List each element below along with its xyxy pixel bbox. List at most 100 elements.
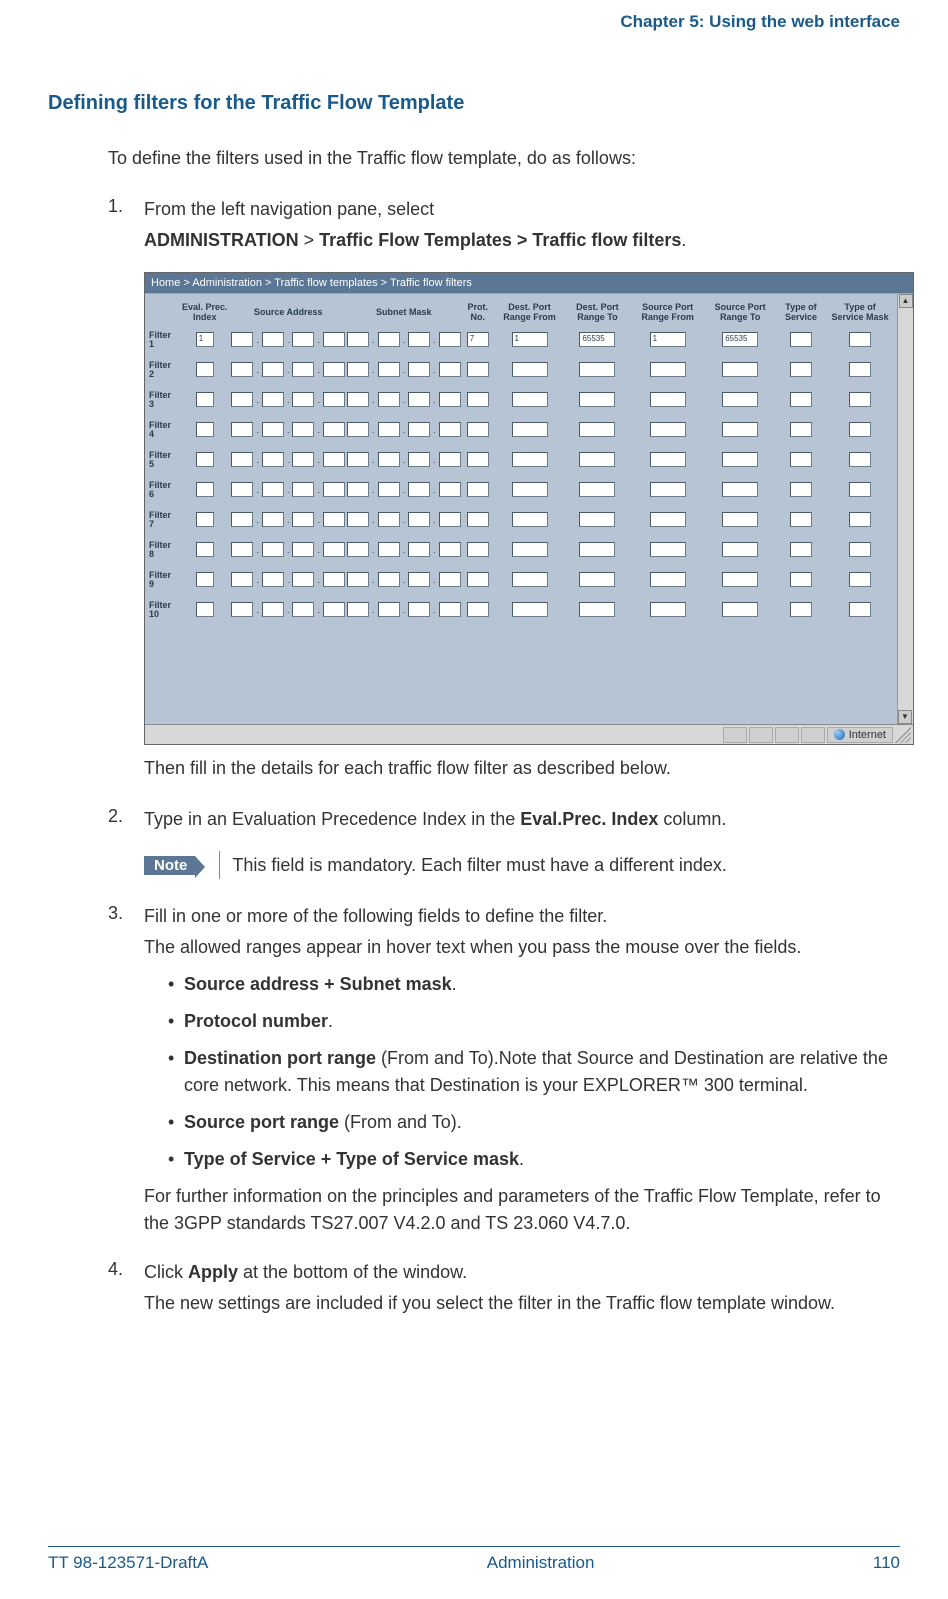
filter-input[interactable]: [467, 452, 489, 467]
filter-input[interactable]: [347, 572, 369, 587]
filter-input[interactable]: [512, 572, 548, 587]
filter-input[interactable]: [378, 422, 400, 437]
filter-input[interactable]: [790, 482, 812, 497]
filter-input[interactable]: [231, 542, 253, 557]
filter-input[interactable]: [849, 512, 871, 527]
filter-input[interactable]: [231, 572, 253, 587]
filter-input[interactable]: [323, 482, 345, 497]
scroll-up-icon[interactable]: ▲: [899, 294, 913, 308]
filter-input[interactable]: [408, 602, 430, 617]
filter-input[interactable]: [439, 452, 461, 467]
filter-input[interactable]: [722, 572, 758, 587]
filter-input[interactable]: [512, 542, 548, 557]
filter-input[interactable]: [262, 512, 284, 527]
filter-input[interactable]: [579, 542, 615, 557]
filter-input[interactable]: [467, 392, 489, 407]
filter-input[interactable]: [439, 422, 461, 437]
filter-input[interactable]: [292, 512, 314, 527]
filter-input[interactable]: [262, 542, 284, 557]
filter-input[interactable]: [650, 512, 686, 527]
filter-input[interactable]: [262, 452, 284, 467]
filter-input[interactable]: [467, 422, 489, 437]
filter-input[interactable]: [231, 422, 253, 437]
filter-input[interactable]: [790, 572, 812, 587]
filter-input[interactable]: [347, 392, 369, 407]
filter-input[interactable]: [292, 332, 314, 347]
filter-input[interactable]: [347, 362, 369, 377]
filter-input[interactable]: [650, 452, 686, 467]
filter-input[interactable]: [722, 482, 758, 497]
filter-input[interactable]: [579, 392, 615, 407]
filter-input[interactable]: [292, 572, 314, 587]
filter-input[interactable]: [722, 512, 758, 527]
filter-input[interactable]: [579, 572, 615, 587]
filter-input[interactable]: [650, 362, 686, 377]
filter-input[interactable]: [196, 482, 214, 497]
filter-input[interactable]: [512, 422, 548, 437]
filter-input[interactable]: [231, 602, 253, 617]
filter-input[interactable]: [292, 482, 314, 497]
filter-input[interactable]: [650, 572, 686, 587]
filter-input[interactable]: [262, 602, 284, 617]
filter-input[interactable]: [790, 602, 812, 617]
filter-input[interactable]: [722, 422, 758, 437]
filter-input[interactable]: [292, 602, 314, 617]
filter-input[interactable]: [378, 542, 400, 557]
filter-input[interactable]: [439, 572, 461, 587]
filter-input[interactable]: [849, 572, 871, 587]
filter-input[interactable]: [650, 392, 686, 407]
filter-input[interactable]: [262, 482, 284, 497]
filter-input[interactable]: [262, 572, 284, 587]
filter-input[interactable]: [323, 362, 345, 377]
filter-input[interactable]: [292, 542, 314, 557]
filter-input[interactable]: [378, 482, 400, 497]
filter-input[interactable]: [849, 542, 871, 557]
filter-input[interactable]: [292, 452, 314, 467]
filter-input[interactable]: [408, 422, 430, 437]
filter-input[interactable]: [467, 362, 489, 377]
filter-input[interactable]: [347, 512, 369, 527]
filter-input[interactable]: [849, 332, 871, 347]
filter-input[interactable]: [579, 482, 615, 497]
filter-input[interactable]: [512, 362, 548, 377]
filter-input[interactable]: 65535: [722, 332, 758, 347]
filter-input[interactable]: [196, 602, 214, 617]
filter-input[interactable]: [512, 482, 548, 497]
filter-input[interactable]: [262, 332, 284, 347]
filter-input[interactable]: [579, 452, 615, 467]
filter-input[interactable]: [467, 572, 489, 587]
filter-input[interactable]: [231, 452, 253, 467]
filter-input[interactable]: [378, 362, 400, 377]
filter-input[interactable]: [347, 542, 369, 557]
filter-input[interactable]: [323, 422, 345, 437]
filter-input[interactable]: [467, 542, 489, 557]
filter-input[interactable]: [347, 452, 369, 467]
filter-input[interactable]: [439, 512, 461, 527]
scroll-down-icon[interactable]: ▼: [898, 710, 912, 724]
filter-input[interactable]: [378, 392, 400, 407]
filter-input[interactable]: [292, 422, 314, 437]
filter-input[interactable]: [378, 602, 400, 617]
filter-input[interactable]: [722, 602, 758, 617]
filter-input[interactable]: [231, 362, 253, 377]
filter-input[interactable]: [378, 452, 400, 467]
filter-input[interactable]: [231, 332, 253, 347]
filter-input[interactable]: [722, 452, 758, 467]
filter-input[interactable]: [408, 392, 430, 407]
filter-input[interactable]: [579, 602, 615, 617]
filter-input[interactable]: 1: [512, 332, 548, 347]
filter-input[interactable]: [196, 512, 214, 527]
filter-input[interactable]: [439, 362, 461, 377]
filter-input[interactable]: [408, 362, 430, 377]
filter-input[interactable]: [323, 572, 345, 587]
filter-input[interactable]: [650, 602, 686, 617]
filter-input[interactable]: [439, 332, 461, 347]
filter-input[interactable]: [323, 452, 345, 467]
filter-input[interactable]: [849, 602, 871, 617]
filter-input[interactable]: [439, 602, 461, 617]
filter-input[interactable]: [347, 602, 369, 617]
filter-input[interactable]: [196, 392, 214, 407]
filter-input[interactable]: 7: [467, 332, 489, 347]
filter-input[interactable]: [512, 512, 548, 527]
filter-input[interactable]: [196, 542, 214, 557]
